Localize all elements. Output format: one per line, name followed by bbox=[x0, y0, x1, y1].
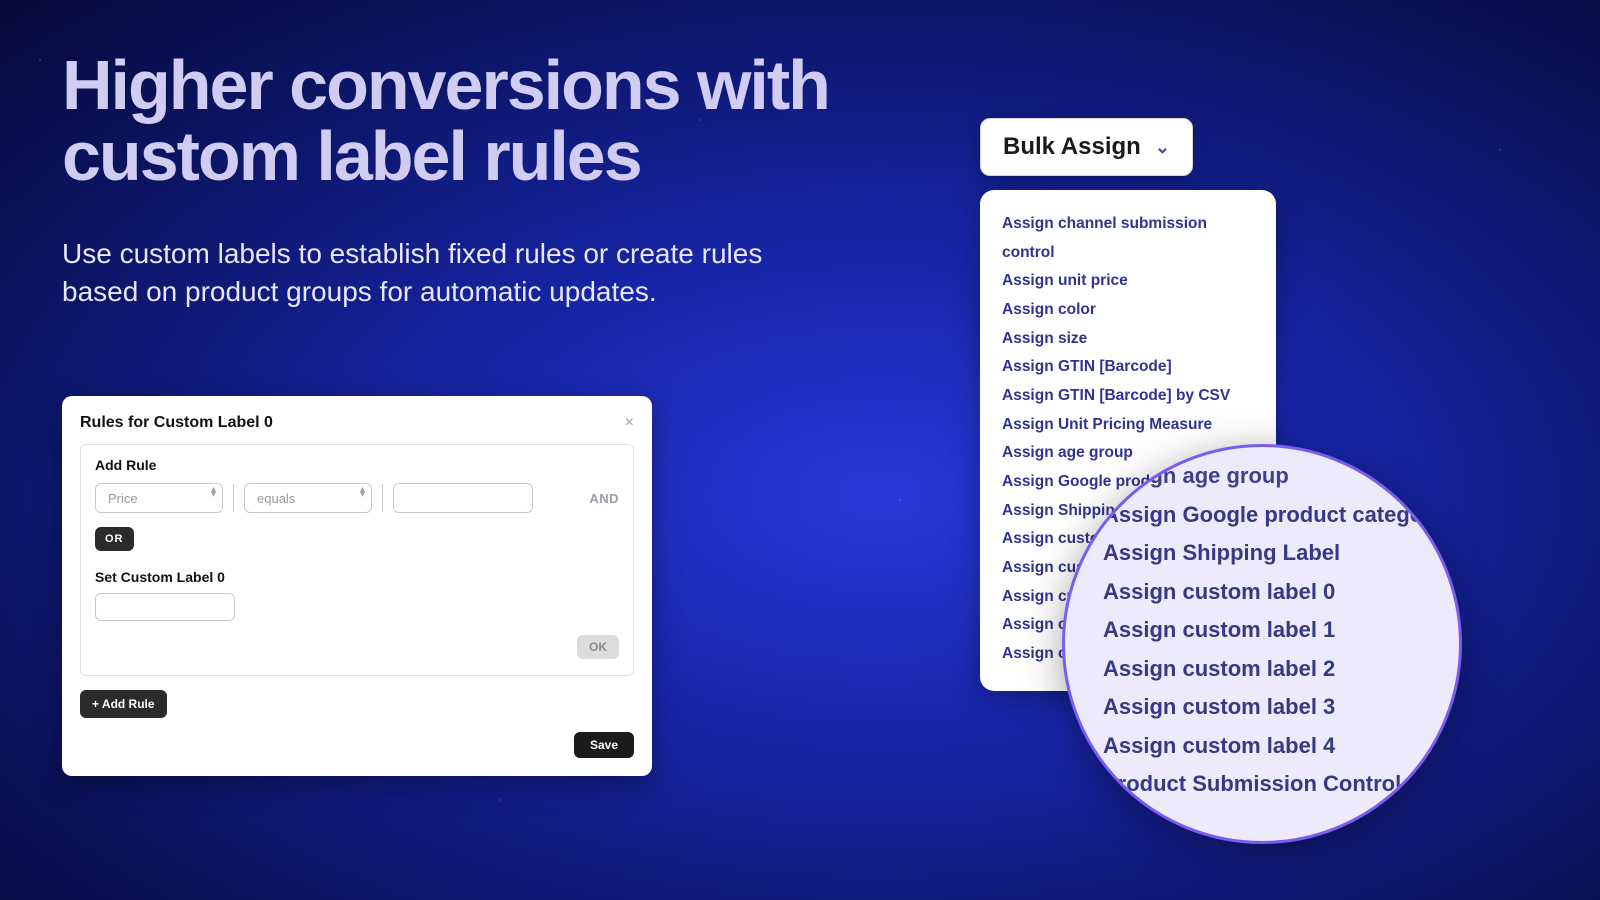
save-button[interactable]: Save bbox=[574, 732, 634, 758]
page-headline: Higher conversions with custom label rul… bbox=[62, 50, 962, 193]
bulk-assign-label: Bulk Assign bbox=[1003, 133, 1141, 161]
add-rule-button[interactable]: + Add Rule bbox=[80, 690, 167, 718]
add-rule-heading: Add Rule bbox=[95, 457, 619, 473]
custom-label-input[interactable] bbox=[95, 593, 235, 621]
zoom-item: Assign age group bbox=[1103, 457, 1459, 496]
rule-operator-value: equals bbox=[257, 491, 295, 506]
menu-item[interactable]: Assign size bbox=[1002, 325, 1254, 354]
menu-item[interactable]: Assign channel submission control bbox=[1002, 210, 1254, 267]
rule-operator-select[interactable]: equals ▴▾ bbox=[244, 483, 372, 513]
or-button[interactable]: OR bbox=[95, 527, 134, 551]
zoom-item: Assign Shipping Label bbox=[1103, 534, 1459, 573]
and-label: AND bbox=[589, 491, 619, 506]
close-icon[interactable]: × bbox=[625, 414, 634, 432]
stepper-arrows-icon: ▴▾ bbox=[211, 487, 216, 497]
page-subheadline: Use custom labels to establish fixed rul… bbox=[62, 235, 782, 311]
rule-field-value: Price bbox=[108, 491, 138, 506]
zoom-item: Assign custom label 0 bbox=[1103, 573, 1459, 612]
menu-item[interactable]: Assign Unit Pricing Measure bbox=[1002, 411, 1254, 440]
panel-title: Rules for Custom Label 0 bbox=[80, 414, 273, 432]
zoom-item: Assign custom label 2 bbox=[1103, 650, 1459, 689]
menu-item[interactable]: Assign GTIN [Barcode] bbox=[1002, 353, 1254, 382]
set-label-heading: Set Custom Label 0 bbox=[95, 569, 619, 585]
chevron-down-icon: ⌄ bbox=[1155, 137, 1170, 158]
rule-field-select[interactable]: Price ▴▾ bbox=[95, 483, 223, 513]
zoom-item: Assign custom label 1 bbox=[1103, 611, 1459, 650]
menu-item[interactable]: Assign color bbox=[1002, 296, 1254, 325]
zoom-item: Assign custom label 3 bbox=[1103, 688, 1459, 727]
divider bbox=[382, 484, 383, 512]
menu-item[interactable]: Assign GTIN [Barcode] by CSV bbox=[1002, 382, 1254, 411]
menu-item[interactable]: Assign unit price bbox=[1002, 267, 1254, 296]
add-rule-section: Add Rule Price ▴▾ equals ▴▾ AND OR Set C… bbox=[80, 444, 634, 676]
stepper-arrows-icon: ▴▾ bbox=[360, 487, 365, 497]
rules-panel: Rules for Custom Label 0 × Add Rule Pric… bbox=[62, 396, 652, 776]
zoom-item: Assign Google product category bbox=[1103, 496, 1459, 535]
bulk-assign-button[interactable]: Bulk Assign ⌄ bbox=[980, 118, 1193, 176]
divider bbox=[233, 484, 234, 512]
ok-button[interactable]: OK bbox=[577, 635, 619, 659]
magnifier-lens: Assign age group Assign Google product c… bbox=[1062, 444, 1462, 844]
rule-value-input[interactable] bbox=[393, 483, 533, 513]
zoom-item: Product Submission Control bbox=[1103, 765, 1459, 804]
zoom-item: Assign custom label 4 bbox=[1103, 727, 1459, 766]
